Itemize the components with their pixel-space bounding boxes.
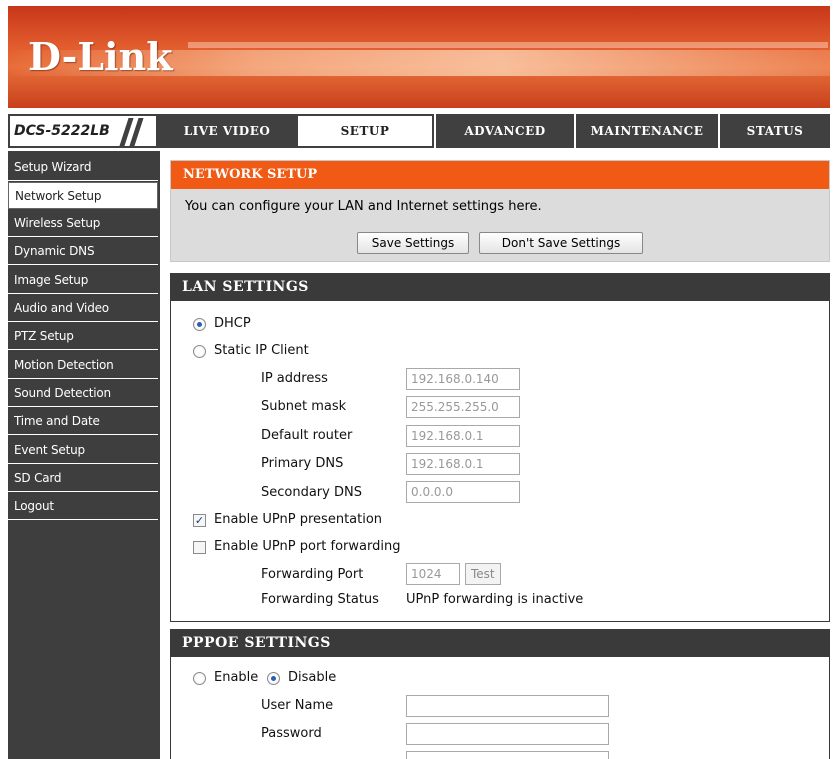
network-setup-description: You can configure your LAN and Internet … [185,199,542,214]
default-router-label: Default router [261,428,353,443]
upnp-port-forwarding-label: Enable UPnP port forwarding [214,539,401,554]
header-banner: D-Link [8,6,830,108]
upnp-presentation-label: Enable UPnP presentation [214,512,383,527]
forwarding-status-label: Forwarding Status [261,592,379,607]
network-setup-title: NETWORK SETUP [183,167,318,182]
subnet-mask-label: Subnet mask [261,399,347,414]
pppoe-enable-radio[interactable] [193,672,206,685]
sidebar-item-time-and-date[interactable]: Time and Date [8,408,158,435]
sidebar-item-setup-wizard[interactable]: Setup Wizard [8,154,158,181]
upnp-presentation-checkbox[interactable]: ✓ [193,514,206,527]
ip-address-label: IP address [261,371,328,386]
forwarding-port-input[interactable]: 1024 [406,563,460,585]
tab-advanced[interactable]: ADVANCED [434,114,574,148]
password-label: Password [261,726,322,741]
pppoe-enable-label: Enable [214,670,259,685]
lan-settings-title: LAN SETTINGS [182,279,309,295]
dhcp-label: DHCP [214,316,251,331]
pppoe-settings-title: PPPOE SETTINGS [182,635,331,651]
test-button[interactable]: Test [465,563,501,585]
dlink-logo: D-Link [28,34,173,79]
dhcp-radio[interactable] [193,318,206,331]
subnet-mask-input[interactable]: 255.255.255.0 [406,396,520,418]
pppoe-settings-title-bar: PPPOE SETTINGS [170,629,830,657]
ip-address-input[interactable]: 192.168.0.140 [406,368,520,390]
lan-settings-title-bar: LAN SETTINGS [170,273,830,301]
top-navigation: DCS-5222LB LIVE VIDEO SETUP ADVANCED MAI… [8,114,830,148]
tab-live-video[interactable]: LIVE VIDEO [158,114,296,148]
tab-maintenance[interactable]: MAINTENANCE [574,114,718,148]
primary-dns-input[interactable]: 192.168.0.1 [406,453,520,475]
save-settings-button[interactable]: Save Settings [357,232,469,254]
header-streak-thin [188,42,828,48]
sidebar-item-dynamic-dns[interactable]: Dynamic DNS [8,238,158,265]
static-ip-radio[interactable] [193,345,206,358]
network-setup-title-bar: NETWORK SETUP [171,161,829,189]
sidebar-item-wireless-setup[interactable]: Wireless Setup [8,210,158,237]
primary-dns-label: Primary DNS [261,456,344,471]
upnp-port-forwarding-checkbox[interactable] [193,541,206,554]
sidebar-item-logout[interactable]: Logout [8,493,158,520]
user-name-input[interactable] [406,695,609,717]
secondary-dns-label: Secondary DNS [261,485,362,500]
sidebar-item-network-setup[interactable]: Network Setup [8,182,158,209]
sidebar-item-image-setup[interactable]: Image Setup [8,267,158,294]
forwarding-port-label: Forwarding Port [261,567,364,582]
secondary-dns-input[interactable]: 0.0.0.0 [406,481,520,503]
forwarding-status-value: UPnP forwarding is inactive [406,592,584,607]
sidebar-item-audio-and-video[interactable]: Audio and Video [8,295,158,322]
sidebar-item-event-setup[interactable]: Event Setup [8,437,158,464]
main-content: NETWORK SETUP You can configure your LAN… [170,160,830,759]
tab-setup[interactable]: SETUP [296,114,434,148]
user-name-label: User Name [261,698,334,713]
pppoe-disable-radio[interactable] [267,672,280,685]
pppoe-disable-label: Disable [288,670,337,685]
model-badge: DCS-5222LB [8,114,158,148]
sidebar-item-ptz-setup[interactable]: PTZ Setup [8,323,158,350]
lan-settings-body: DHCP Static IP Client IP address 192.168… [170,301,830,622]
static-ip-label: Static IP Client [214,343,309,358]
password-input[interactable] [406,723,609,745]
network-setup-panel: NETWORK SETUP You can configure your LAN… [170,160,830,262]
dont-save-settings-button[interactable]: Don't Save Settings [479,232,643,254]
sidebar: Setup Wizard Network Setup Wireless Setu… [8,151,160,759]
default-router-input[interactable]: 192.168.0.1 [406,425,520,447]
tab-status[interactable]: STATUS [718,114,830,148]
password-confirm-input[interactable] [406,751,609,759]
sidebar-item-sd-card[interactable]: SD Card [8,465,158,492]
pppoe-settings-body: Enable Disable User Name Password [170,657,830,759]
sidebar-item-motion-detection[interactable]: Motion Detection [8,352,158,379]
model-name: DCS-5222LB [14,123,110,139]
sidebar-item-sound-detection[interactable]: Sound Detection [8,380,158,407]
